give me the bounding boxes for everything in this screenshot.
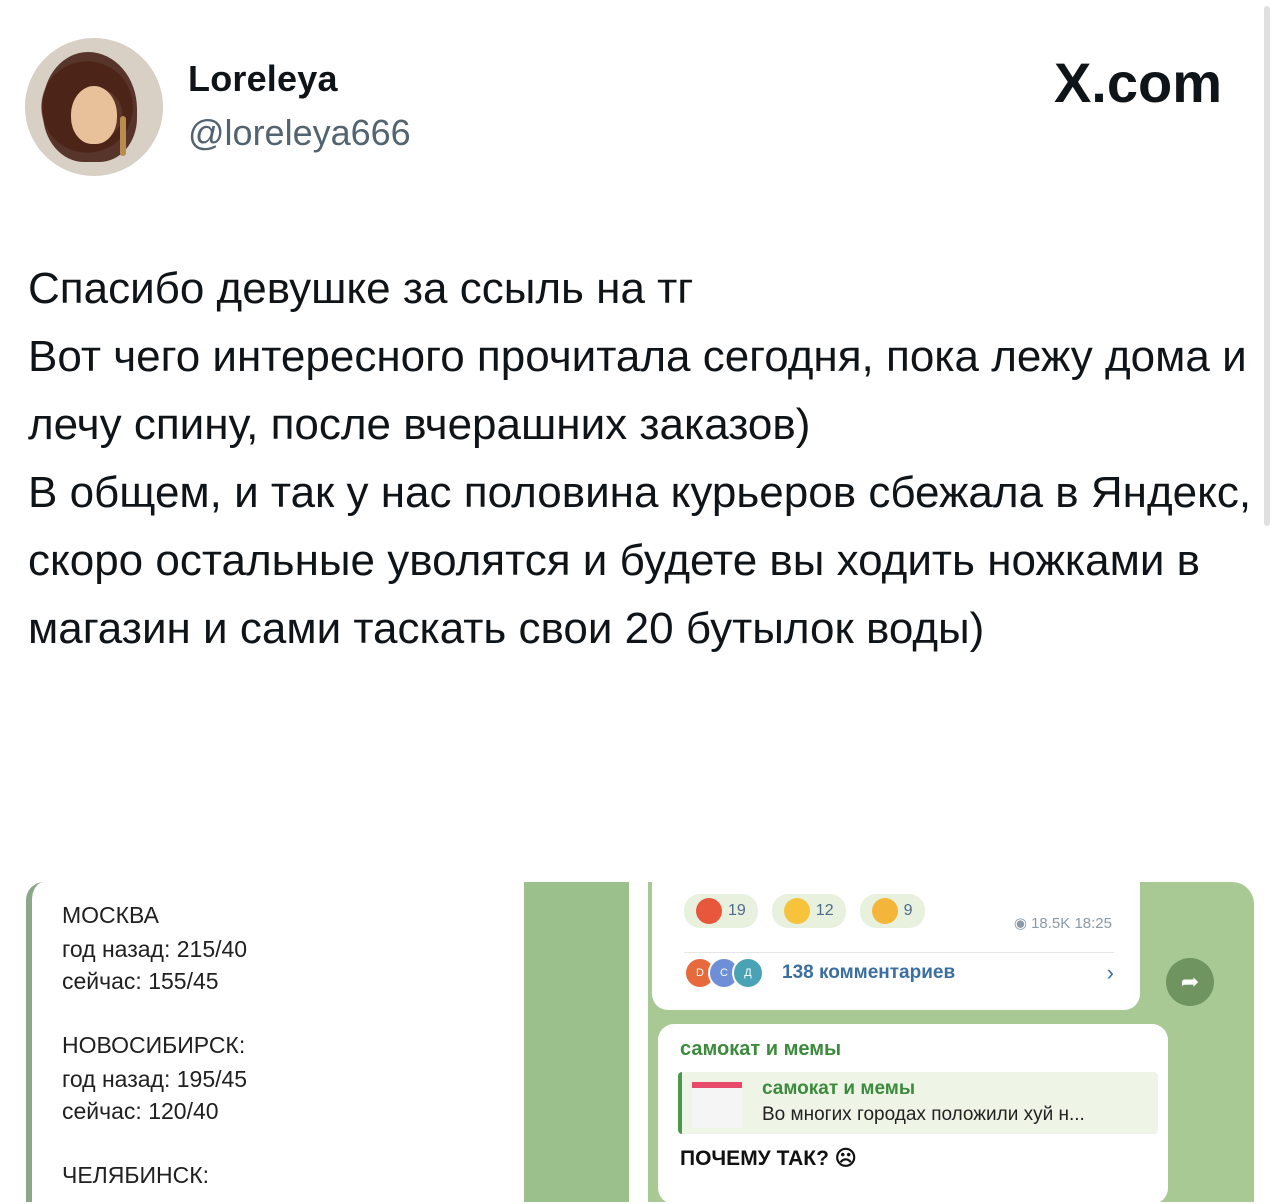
city-name: ЧЕЛЯБИНСК: <box>62 1162 210 1188</box>
channel-post-bubble: 19 12 9 ◉ 18.5K 18:25 D С Д 138 коммента… <box>652 872 1140 1010</box>
commenter-avatars: D С Д <box>684 957 764 989</box>
angry-face-icon <box>696 898 722 924</box>
city-year-ago: год назад: 215/40 <box>62 936 248 962</box>
author-handle[interactable]: @loreleya666 <box>188 112 411 154</box>
avatar-earring <box>120 116 126 156</box>
avatar: Д <box>732 957 764 989</box>
tweet-media[interactable]: МОСКВА год назад: 215/40 сейчас: 155/45 … <box>26 872 1254 1204</box>
author-name[interactable]: Loreleya <box>188 58 338 100</box>
view-count: 18.5K <box>1031 915 1071 932</box>
message-body: ПОЧЕМУ ТАК? <box>680 1147 829 1170</box>
quoted-message[interactable]: самокат и мемы Во многих городах положил… <box>678 1072 1158 1134</box>
sender-name: самокат и мемы <box>680 1038 842 1060</box>
rofl-face-icon <box>871 898 898 924</box>
comments-count-label[interactable]: 138 комментариев <box>782 962 955 984</box>
reaction-starstruck[interactable]: 12 <box>771 894 846 928</box>
reaction-angry[interactable]: 19 <box>684 894 758 928</box>
reactions-bar: 19 12 9 <box>684 894 925 928</box>
media-image-right[interactable]: 19 12 9 ◉ 18.5K 18:25 D С Д 138 коммента… <box>648 872 1254 1204</box>
reaction-count: 9 <box>903 902 913 919</box>
reaction-count: 19 <box>728 902 746 919</box>
comments-link[interactable]: D С Д 138 комментариев › <box>684 952 1114 993</box>
city-year-ago: год назад: 195/45 <box>62 1066 248 1092</box>
tweet-text: Спасибо девушке за ссыль на тг Вот чего … <box>28 264 1252 653</box>
reaction-count: 12 <box>815 902 834 919</box>
author-avatar[interactable] <box>25 38 163 176</box>
post-meta: ◉ 18.5K 18:25 <box>1014 914 1112 932</box>
media-image-middle-background <box>524 882 629 1202</box>
scrollbar[interactable] <box>1264 6 1270 526</box>
quote-text: Во многих городах положили хуй н... <box>762 1104 1085 1125</box>
post-time: 18:25 <box>1074 915 1112 932</box>
share-icon[interactable]: ➦ <box>1166 958 1214 1006</box>
starstruck-face-icon <box>783 898 810 924</box>
city-name: НОВОСИБИРСК: <box>62 1032 246 1058</box>
city-now: сейчас: 120/40 <box>62 1098 219 1124</box>
quote-thumbnail <box>692 1082 742 1128</box>
reply-bubble: самокат и мемы самокат и мемы Во многих … <box>658 1024 1168 1204</box>
city-now: сейчас: 155/45 <box>62 968 219 994</box>
eye-icon: ◉ <box>1013 915 1027 932</box>
reaction-rofl[interactable]: 9 <box>859 894 925 928</box>
x-logo: X.com <box>1053 51 1222 114</box>
avatar-face <box>71 86 117 144</box>
meme-face-icon: ☹ <box>834 1147 857 1170</box>
quote-title: самокат и мемы <box>762 1078 916 1099</box>
city-name: МОСКВА <box>62 902 159 928</box>
chevron-right-icon: › <box>1106 960 1114 985</box>
message-text: ПОЧЕМУ ТАК? ☹ <box>680 1146 857 1171</box>
media-image-left[interactable]: МОСКВА год назад: 215/40 сейчас: 155/45 … <box>26 882 327 1202</box>
